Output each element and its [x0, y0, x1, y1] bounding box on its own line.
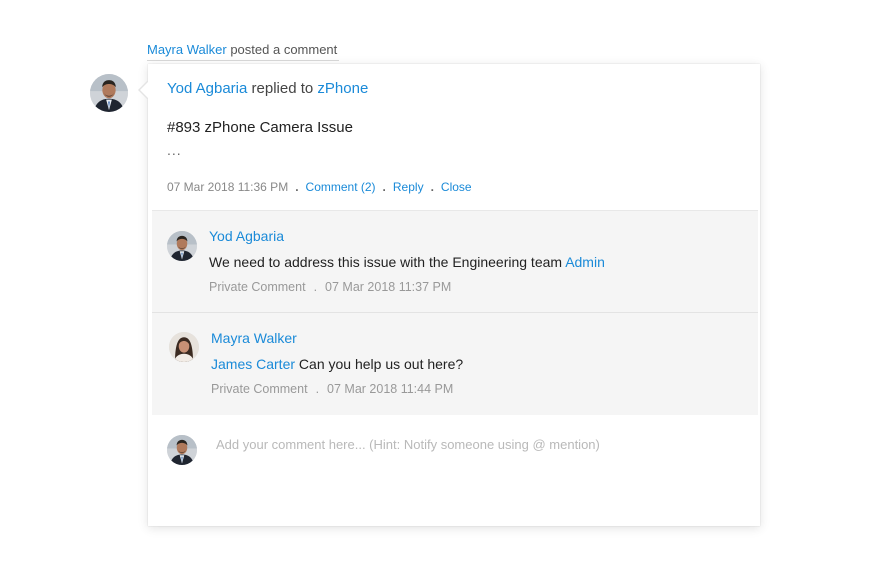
post-meta-row: 07 Mar 2018 11:36 PM. Comment (2). Reply. C…	[167, 180, 472, 194]
activity-header-underline	[147, 60, 340, 61]
comment-visibility: Private Comment	[209, 280, 306, 294]
post-title[interactable]: #893 zPhone Camera Issue	[167, 119, 353, 136]
meta-separator: .	[382, 180, 386, 194]
comment-author-avatar[interactable]	[167, 231, 197, 261]
comment-divider	[152, 312, 758, 313]
post-timestamp: 07 Mar 2018 11:36 PM	[167, 180, 289, 194]
man-avatar-icon	[90, 74, 128, 112]
comment-body: James Carter Can you help us out here?	[211, 356, 463, 372]
mention-link[interactable]: James Carter	[211, 356, 295, 372]
mention-link[interactable]: Admin	[565, 254, 605, 270]
comment-text: We need to address this issue with the E…	[209, 254, 563, 270]
comment-meta: Private Comment. 07 Mar 2018 11:37 PM	[209, 280, 451, 294]
comment-visibility: Private Comment	[211, 382, 308, 396]
comment-meta: Private Comment. 07 Mar 2018 11:44 PM	[211, 382, 453, 396]
composer-user-avatar	[167, 435, 197, 465]
post-target-link[interactable]: zPhone	[317, 80, 368, 97]
activity-actor-link[interactable]: Mayra Walker	[147, 42, 227, 57]
meta-separator: .	[430, 180, 434, 194]
card-pointer-inner	[140, 81, 149, 99]
post-verb: replied to	[251, 80, 314, 97]
post-author-avatar[interactable]	[90, 74, 128, 112]
activity-header: Mayra Walker posted a comment	[147, 42, 340, 61]
comment-input[interactable]	[216, 432, 736, 456]
woman-avatar-icon	[169, 332, 199, 362]
activity-action-text: posted a comment	[230, 42, 338, 57]
comment-author-link[interactable]: Yod Agbaria	[209, 228, 284, 244]
post-author-link[interactable]: Yod Agbaria	[167, 80, 247, 97]
comment-timestamp: 07 Mar 2018 11:37 PM	[325, 280, 452, 294]
meta-separator: .	[295, 180, 299, 194]
reply-link[interactable]: Reply	[393, 180, 424, 194]
man-avatar-icon	[167, 435, 197, 465]
post-expand-ellipsis[interactable]: ...	[167, 142, 182, 158]
meta-separator: .	[315, 382, 320, 396]
comment-author-avatar[interactable]	[169, 332, 199, 362]
close-link[interactable]: Close	[441, 180, 472, 194]
man-avatar-icon	[167, 231, 197, 261]
comment-count-link[interactable]: Comment (2)	[306, 180, 376, 194]
comment-author-link[interactable]: Mayra Walker	[211, 330, 297, 346]
meta-separator: .	[313, 280, 318, 294]
post-header: Yod Agbaria replied to zPhone	[167, 80, 368, 97]
comment-timestamp: 07 Mar 2018 11:44 PM	[327, 382, 454, 396]
comment-text: Can you help us out here?	[298, 356, 464, 372]
comment-body: We need to address this issue with the E…	[209, 254, 605, 270]
